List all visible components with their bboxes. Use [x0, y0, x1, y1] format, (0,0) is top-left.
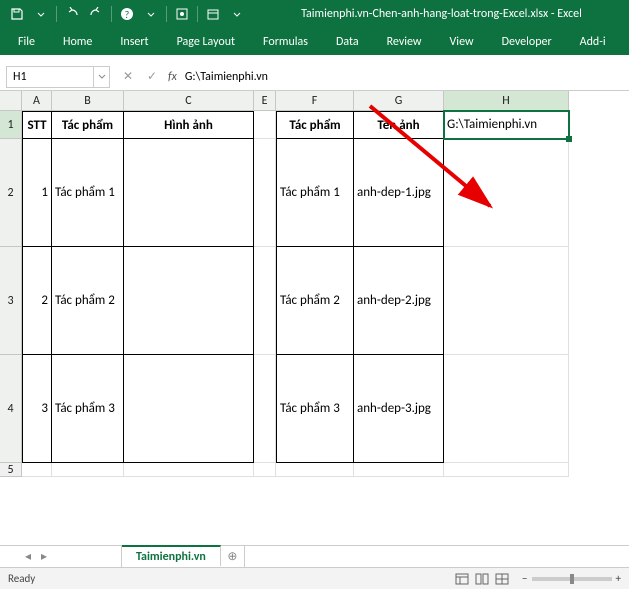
- add-sheet-button[interactable]: ⊕: [221, 546, 245, 567]
- cell-A4[interactable]: 3: [22, 355, 52, 463]
- cell-H5[interactable]: [444, 463, 569, 477]
- cell-F2[interactable]: Tác phẩm 1: [276, 139, 354, 247]
- cell-F3[interactable]: Tác phẩm 2: [276, 247, 354, 355]
- tab-formulas[interactable]: Formulas: [249, 28, 322, 55]
- cell-G4[interactable]: anh-dep-3.jpg: [354, 355, 444, 463]
- undo-icon[interactable]: [61, 3, 83, 25]
- qat-more-1[interactable]: [30, 3, 52, 25]
- cell-E2[interactable]: [254, 139, 276, 247]
- sheet-nav-prev[interactable]: ◂: [20, 549, 36, 564]
- svg-text:?: ?: [125, 8, 130, 21]
- cell-C2[interactable]: [124, 139, 254, 247]
- row-header-2[interactable]: 2: [0, 139, 22, 247]
- select-all-corner[interactable]: [0, 91, 22, 111]
- tab-view[interactable]: View: [436, 28, 488, 55]
- cell-G1[interactable]: Tên ảnh: [354, 111, 444, 139]
- cell-H2[interactable]: [444, 139, 569, 247]
- quick-access-toolbar: ?: [0, 3, 254, 25]
- row-header-3[interactable]: 3: [0, 247, 22, 355]
- tab-home[interactable]: Home: [49, 28, 106, 55]
- sheet-tab-blank[interactable]: [62, 546, 122, 567]
- col-header-F[interactable]: F: [276, 91, 354, 111]
- col-header-C[interactable]: C: [124, 91, 254, 111]
- tab-data[interactable]: Data: [322, 28, 373, 55]
- help-icon[interactable]: ?: [116, 3, 138, 25]
- save-icon[interactable]: [6, 3, 28, 25]
- cell-B5[interactable]: [52, 463, 124, 477]
- title-bar: ? Taimienphi.vn-Chen-anh-hang-loat-trong…: [0, 0, 629, 28]
- cell-H1[interactable]: G:\Taimienphi.vn: [444, 111, 569, 139]
- redo-icon[interactable]: [85, 3, 107, 25]
- cell-F1[interactable]: Tác phẩm: [276, 111, 354, 139]
- page-layout-view-icon[interactable]: [472, 571, 492, 587]
- touch-mode-icon[interactable]: [171, 3, 193, 25]
- cell-C1[interactable]: Hình ảnh: [124, 111, 254, 139]
- cell-E1[interactable]: [254, 111, 276, 139]
- cell-A2[interactable]: 1: [22, 139, 52, 247]
- row-header-4[interactable]: 4: [0, 355, 22, 463]
- zoom-slider[interactable]: [532, 577, 612, 581]
- cell-H4[interactable]: [444, 355, 569, 463]
- page-break-view-icon[interactable]: [492, 571, 512, 587]
- status-bar: Ready − +: [0, 567, 629, 589]
- tab-insert[interactable]: Insert: [106, 28, 162, 55]
- worksheet-grid[interactable]: ABCEFGH 12345 STTTác phẩmHình ảnhTác phẩ…: [0, 91, 629, 545]
- cell-E3[interactable]: [254, 247, 276, 355]
- fx-icon[interactable]: fx: [168, 70, 177, 84]
- qat-more-2[interactable]: [140, 3, 162, 25]
- tab-developer[interactable]: Developer: [488, 28, 566, 55]
- cell-G2[interactable]: anh-dep-1.jpg: [354, 139, 444, 247]
- cell-A5[interactable]: [22, 463, 52, 477]
- formula-bar: H1 ✕ ✓ fx: [0, 63, 629, 91]
- col-header-G[interactable]: G: [354, 91, 444, 111]
- zoom-in-button[interactable]: +: [616, 572, 621, 585]
- ribbon-tabs: File Home Insert Page Layout Formulas Da…: [0, 28, 629, 55]
- tab-file[interactable]: File: [4, 28, 49, 55]
- name-box-dropdown[interactable]: [94, 66, 110, 88]
- enter-formula-icon[interactable]: ✓: [140, 66, 164, 88]
- status-text: Ready: [8, 572, 35, 585]
- fill-handle[interactable]: [566, 136, 572, 142]
- cell-A1[interactable]: STT: [22, 111, 52, 139]
- tab-page-layout[interactable]: Page Layout: [163, 28, 249, 55]
- row-header-1[interactable]: 1: [0, 111, 22, 139]
- cell-H3[interactable]: [444, 247, 569, 355]
- sheet-tab-active[interactable]: Taimienphi.vn: [122, 545, 221, 566]
- window-title: Taimienphi.vn-Chen-anh-hang-loat-trong-E…: [254, 7, 629, 21]
- cell-C4[interactable]: [124, 355, 254, 463]
- row-header-5[interactable]: 5: [0, 463, 22, 477]
- cell-C3[interactable]: [124, 247, 254, 355]
- col-header-A[interactable]: A: [22, 91, 52, 111]
- cell-G3[interactable]: anh-dep-2.jpg: [354, 247, 444, 355]
- name-box[interactable]: H1: [6, 66, 94, 88]
- cell-B2[interactable]: Tác phẩm 1: [52, 139, 124, 247]
- cell-B4[interactable]: Tác phẩm 3: [52, 355, 124, 463]
- cell-E5[interactable]: [254, 463, 276, 477]
- zoom-control[interactable]: − +: [522, 572, 621, 585]
- zoom-out-button[interactable]: −: [522, 572, 527, 585]
- cell-E4[interactable]: [254, 355, 276, 463]
- sheet-nav-next[interactable]: ▸: [36, 549, 52, 564]
- col-header-E[interactable]: E: [254, 91, 276, 111]
- tab-addins[interactable]: Add-i: [566, 28, 620, 55]
- cell-F5[interactable]: [276, 463, 354, 477]
- cell-B1[interactable]: Tác phẩm: [52, 111, 124, 139]
- cell-B3[interactable]: Tác phẩm 2: [52, 247, 124, 355]
- col-header-H[interactable]: H: [444, 91, 569, 111]
- normal-view-icon[interactable]: [452, 571, 472, 587]
- cell-G5[interactable]: [354, 463, 444, 477]
- sheet-tab-bar: ◂ ▸ Taimienphi.vn ⊕: [0, 545, 629, 567]
- formula-input[interactable]: [181, 66, 623, 88]
- cell-C5[interactable]: [124, 463, 254, 477]
- cell-F4[interactable]: Tác phẩm 3: [276, 355, 354, 463]
- tab-review[interactable]: Review: [373, 28, 436, 55]
- col-header-B[interactable]: B: [52, 91, 124, 111]
- cell-A3[interactable]: 2: [22, 247, 52, 355]
- cancel-formula-icon[interactable]: ✕: [116, 66, 140, 88]
- qat-more-3[interactable]: [226, 3, 248, 25]
- calendar-icon[interactable]: [202, 3, 224, 25]
